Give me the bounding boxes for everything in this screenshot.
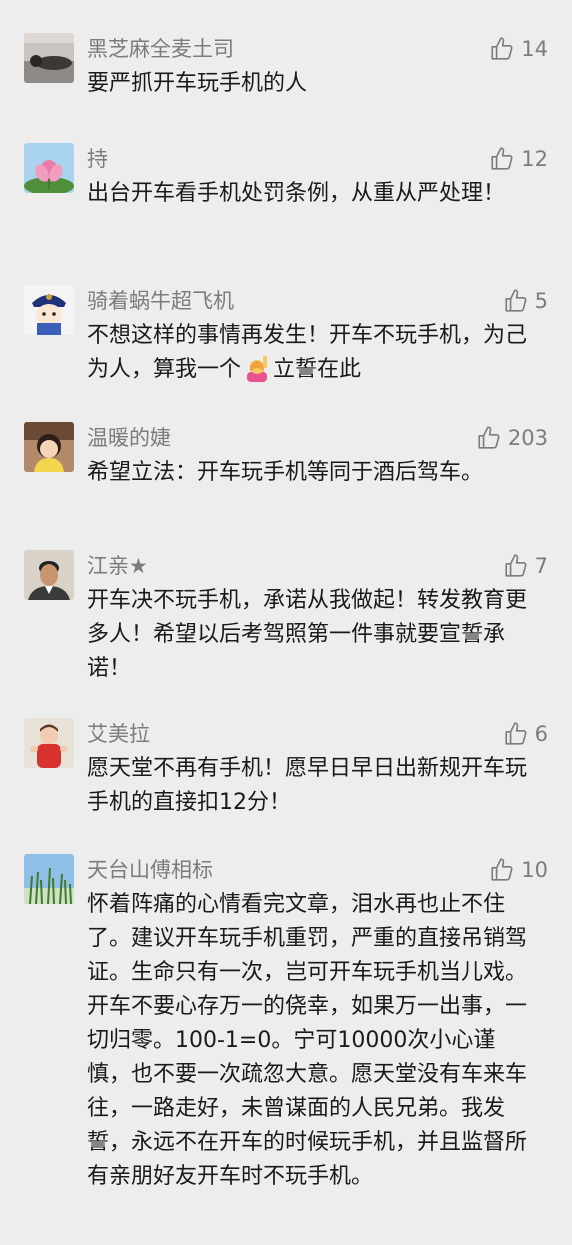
comment-text: 出台开车看手机处罚条例，从重从严处理！ [87,181,506,206]
comment-text: 开车决不玩手机，承诺从我做起！转发教育更多人！希望以后考驾照第一件事就要宣誓承诺… [87,588,528,681]
user-name[interactable]: 温暖的婕 [87,422,171,454]
like-button[interactable]: 7 [503,550,548,582]
thumbs-up-icon [505,722,527,745]
person-raising-hand-emoji [247,356,268,382]
like-button[interactable]: 12 [489,143,548,175]
person-lying-avatar-icon [24,33,74,83]
comment-text: 怀着阵痛的心情看完文章，泪水再也止不住了。建议开车玩手机重罚，严重的直接吊销驾证… [87,892,528,1189]
like-button[interactable]: 203 [476,422,548,454]
like-button[interactable]: 10 [489,854,548,886]
user-avatar[interactable] [24,854,74,904]
comment-text: 愿天堂不再有手机！愿早日早日出新规开车玩手机的直接扣12分！ [87,756,528,815]
user-name[interactable]: 骑着蜗牛超飞机 [87,285,234,317]
thumbs-up-icon [491,858,513,881]
user-avatar[interactable] [24,422,74,472]
comment-text: 要严抓开车玩手机的人 [87,71,308,96]
child-avatar-icon [24,422,74,472]
thumbs-up-icon [505,289,527,312]
man-portrait-avatar-icon [24,550,74,600]
user-name[interactable]: 持 [87,143,108,175]
like-count: 5 [534,289,548,313]
user-avatar[interactable] [24,550,74,600]
user-avatar[interactable] [24,143,74,193]
like-button[interactable]: 5 [503,285,548,317]
user-avatar[interactable] [24,285,74,335]
user-name[interactable]: 天台山傅相标 [87,854,213,886]
user-avatar[interactable] [24,33,74,83]
like-button[interactable]: 6 [503,718,548,750]
like-count: 7 [534,554,548,578]
cartoon-character-avatar-icon [24,285,74,335]
thumbs-up-icon [478,426,500,449]
toddler-red-avatar-icon [24,718,74,768]
thumbs-up-icon [491,147,513,170]
like-button[interactable]: 14 [489,33,548,65]
user-name[interactable]: 黑芝麻全麦土司 [87,33,234,65]
like-count: 14 [521,37,548,61]
comment-text-part: 立誓在此 [273,357,362,382]
lotus-avatar-icon [24,143,74,193]
like-count: 6 [534,722,548,746]
like-count: 10 [521,858,548,882]
comment-text: 不想这样的事情再发生！开车不玩手机，为己为人，算我一个 立誓在此 [87,319,537,387]
comment-text: 希望立法：开车玩手机等同于酒后驾车。 [87,460,484,485]
user-name[interactable]: 江亲★ [87,550,148,582]
thumbs-up-icon [505,554,527,577]
like-count: 12 [521,147,548,171]
user-name[interactable]: 艾美拉 [87,718,150,750]
grass-sky-avatar-icon [24,854,74,904]
like-count: 203 [507,426,548,450]
thumbs-up-icon [491,37,513,60]
user-avatar[interactable] [24,718,74,768]
